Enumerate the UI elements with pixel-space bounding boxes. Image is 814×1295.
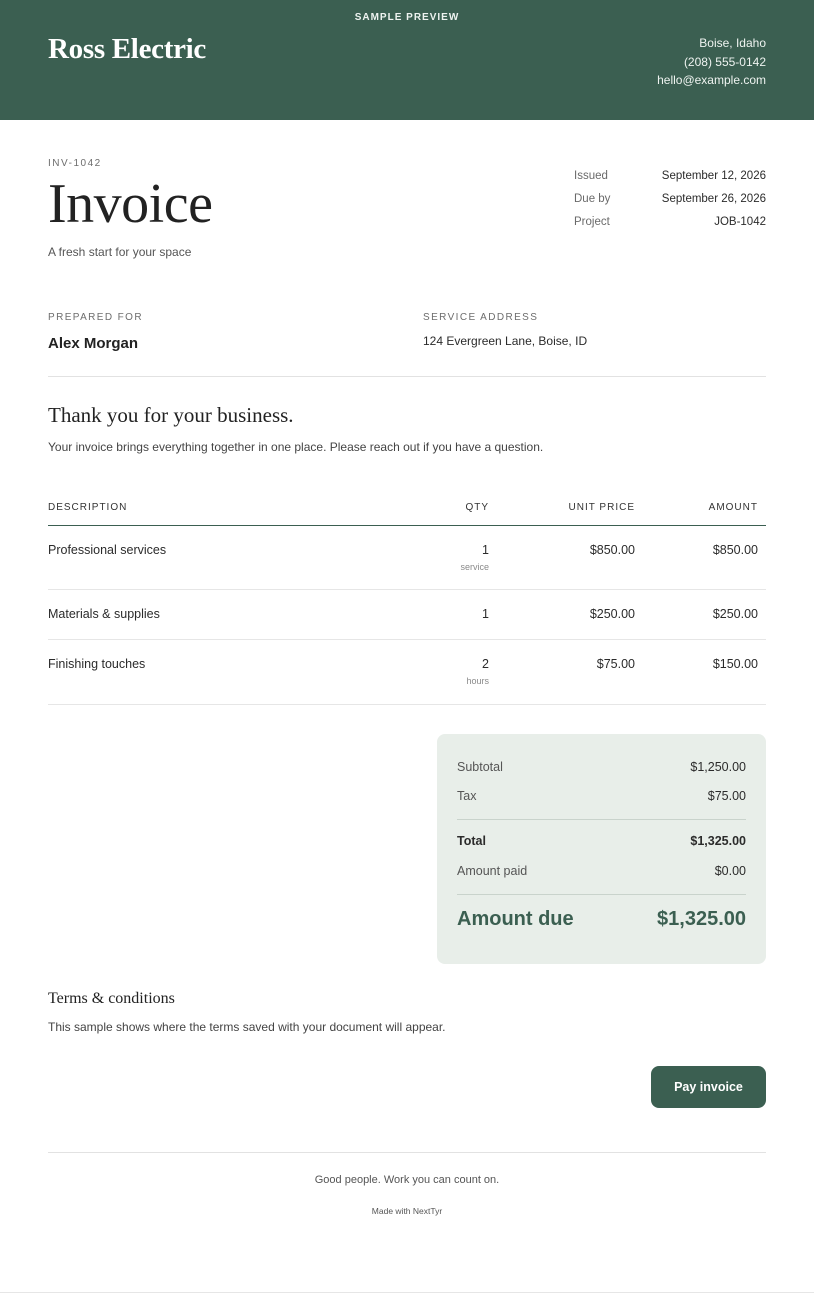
meta-value: September 26, 2026: [661, 192, 766, 205]
meta-label: Issued: [574, 169, 608, 182]
tax-value: $75.00: [707, 789, 746, 803]
service-address: 124 Evergreen Lane, Boise, ID: [423, 334, 588, 348]
thanks-message: Your invoice brings everything together …: [48, 440, 544, 454]
prepared-for-label: PREPARED FOR: [48, 312, 143, 323]
item-amount: $250.00: [712, 607, 758, 621]
header-unit-price: UNIT PRICE: [568, 502, 635, 513]
made-with-link[interactable]: Made with NextTyr: [0, 1206, 814, 1216]
totals-panel: Subtotal $1,250.00 Tax $75.00 Total $1,3…: [437, 734, 766, 964]
subtotal-value: $1,250.00: [690, 760, 746, 774]
item-amount: $850.00: [712, 543, 758, 557]
company-contact: Boise, Idaho (208) 555-0142 hello@exampl…: [657, 34, 766, 90]
amount-paid-value: $0.00: [714, 864, 746, 878]
invoice-tagline: A fresh start for your space: [48, 245, 192, 259]
table-row: Professional services 1 service $850.00 …: [48, 526, 766, 590]
page-bottom-edge: [0, 1292, 814, 1293]
header-description: DESCRIPTION: [48, 502, 128, 513]
item-qty: 1: [482, 607, 489, 621]
meta-value: JOB-1042: [714, 215, 766, 228]
terms-heading: Terms & conditions: [48, 990, 175, 1007]
item-qty-cell: 2 hours: [378, 657, 489, 704]
item-qty-cell: 1 service: [378, 543, 489, 589]
client-name: Alex Morgan: [48, 335, 139, 352]
totals-divider: [457, 894, 746, 895]
meta-row-project: Project JOB-1042: [574, 210, 766, 233]
table-row: Finishing touches 2 hours $75.00 $150.00: [48, 640, 766, 705]
tax-row: Tax $75.00: [457, 789, 746, 803]
amount-paid-row: Amount paid $0.00: [457, 864, 746, 878]
table-row: Materials & supplies 1 $250.00 $250.00: [48, 590, 766, 640]
divider: [48, 376, 766, 377]
amount-due-row: Amount due $1,325.00: [457, 908, 746, 931]
pay-invoice-button[interactable]: Pay invoice: [651, 1066, 766, 1108]
item-unit: service: [460, 562, 489, 572]
item-qty: 1: [482, 543, 489, 557]
amount-due-label: Amount due: [457, 908, 574, 930]
meta-row-issued: Issued September 12, 2026: [574, 164, 766, 187]
item-qty-cell: 1: [378, 607, 489, 639]
invoice-header: SAMPLE PREVIEW Ross Electric Boise, Idah…: [0, 0, 814, 120]
meta-value: September 12, 2026: [661, 169, 766, 182]
sample-preview-tag: SAMPLE PREVIEW: [354, 12, 460, 23]
meta-label: Project: [574, 215, 610, 228]
thanks-heading: Thank you for your business.: [48, 403, 294, 427]
item-description: Materials & supplies: [48, 607, 160, 621]
subtotal-label: Subtotal: [457, 760, 503, 774]
total-label: Total: [457, 834, 486, 848]
subtotal-row: Subtotal $1,250.00: [457, 760, 746, 774]
company-email: hello@example.com: [657, 73, 766, 87]
terms-text: This sample shows where the terms saved …: [48, 1020, 446, 1034]
item-unit-price: $850.00: [589, 543, 635, 557]
invoice-number: INV-1042: [48, 158, 102, 169]
company-location: Boise, Idaho: [699, 36, 766, 50]
header-amount: AMOUNT: [708, 502, 758, 513]
service-address-label: SERVICE ADDRESS: [423, 312, 539, 323]
total-row: Total $1,325.00: [457, 834, 746, 848]
footer-motto: Good people. Work you can count on.: [314, 1174, 500, 1186]
header-qty: QTY: [465, 502, 489, 513]
item-unit-price: $75.00: [596, 657, 635, 671]
item-description: Finishing touches: [48, 657, 146, 671]
item-unit: hours: [466, 676, 489, 686]
item-qty: 2: [482, 657, 489, 671]
item-amount: $150.00: [712, 657, 758, 671]
meta-row-due: Due by September 26, 2026: [574, 187, 766, 210]
table-header: DESCRIPTION QTY UNIT PRICE AMOUNT: [48, 490, 766, 526]
amount-due-value: $1,325.00: [657, 908, 746, 930]
amount-paid-label: Amount paid: [457, 864, 528, 878]
item-description: Professional services: [48, 543, 167, 557]
invoice-title: Invoice: [48, 173, 213, 235]
totals-divider: [457, 819, 746, 820]
footer-divider: [48, 1152, 766, 1153]
tax-label: Tax: [457, 789, 477, 803]
item-unit-price: $250.00: [589, 607, 635, 621]
company-name: Ross Electric: [48, 33, 206, 65]
invoice-meta: Issued September 12, 2026 Due by Septemb…: [574, 164, 766, 233]
total-value: $1,325.00: [690, 834, 746, 848]
line-items-table: DESCRIPTION QTY UNIT PRICE AMOUNT Profes…: [48, 490, 766, 705]
company-phone: (208) 555-0142: [683, 54, 766, 69]
meta-label: Due by: [574, 192, 611, 205]
